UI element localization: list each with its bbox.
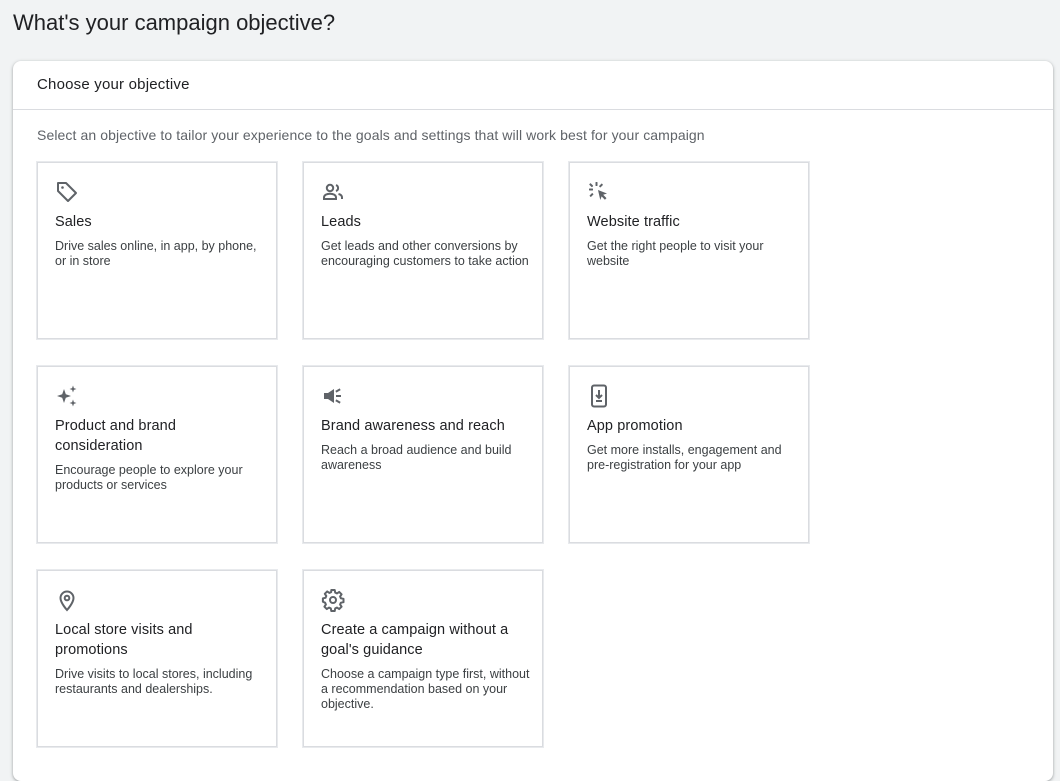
objective-title: Product and brand consideration (55, 418, 177, 454)
objective-tile-local-store-visits[interactable]: Local store visits and promotions Drive … (37, 570, 277, 747)
objective-description: Get more installs, engagement and pre-re… (587, 443, 782, 472)
gear-icon (321, 588, 345, 612)
objective-description: Drive visits to local stores, including … (55, 667, 253, 696)
sparkle-icon (55, 384, 79, 408)
objective-description: Get the right people to visit your websi… (587, 239, 764, 268)
people-icon (321, 180, 345, 204)
objective-title: Brand awareness and reach (321, 418, 505, 434)
objective-description: Reach a broad audience and build awarene… (321, 443, 512, 472)
tag-icon (55, 180, 79, 204)
objective-description: Drive sales online, in app, by phone, or… (55, 239, 257, 268)
panel-subtitle: Select an objective to tailor your exper… (37, 127, 705, 143)
objective-title: Website traffic (587, 214, 680, 230)
objective-panel: Choose your objective Select an objectiv… (13, 61, 1053, 781)
objective-tile-no-goal-guidance[interactable]: Create a campaign without a goal's guida… (303, 570, 543, 747)
objective-description: Choose a campaign type first, without a … (321, 667, 530, 711)
panel-title: Choose your objective (37, 76, 190, 93)
objective-tile-product-brand-consideration[interactable]: Product and brand consideration Encourag… (37, 366, 277, 543)
objective-tile-brand-awareness[interactable]: Brand awareness and reach Reach a broad … (303, 366, 543, 543)
objective-title: Local store visits and promotions (55, 622, 193, 658)
phone-download-icon (587, 384, 611, 408)
location-pin-icon (55, 588, 79, 612)
objective-title: Sales (55, 214, 92, 230)
objective-tile-website-traffic[interactable]: Website traffic Get the right people to … (569, 162, 809, 339)
objective-tile-sales[interactable]: Sales Drive sales online, in app, by pho… (37, 162, 277, 339)
page-title: What's your campaign objective? (13, 10, 336, 35)
objective-description: Get leads and other conversions by encou… (321, 239, 529, 268)
megaphone-icon (321, 384, 345, 408)
cursor-click-icon (587, 180, 611, 204)
objective-tile-leads[interactable]: Leads Get leads and other conversions by… (303, 162, 543, 339)
objective-description: Encourage people to explore your product… (55, 463, 243, 492)
objective-title: Leads (321, 214, 362, 230)
panel-header: Choose your objective (13, 61, 1053, 110)
objective-tile-app-promotion[interactable]: App promotion Get more installs, engagem… (569, 366, 809, 543)
objective-title: App promotion (587, 418, 683, 434)
objective-title: Create a campaign without a goal's guida… (321, 622, 509, 658)
